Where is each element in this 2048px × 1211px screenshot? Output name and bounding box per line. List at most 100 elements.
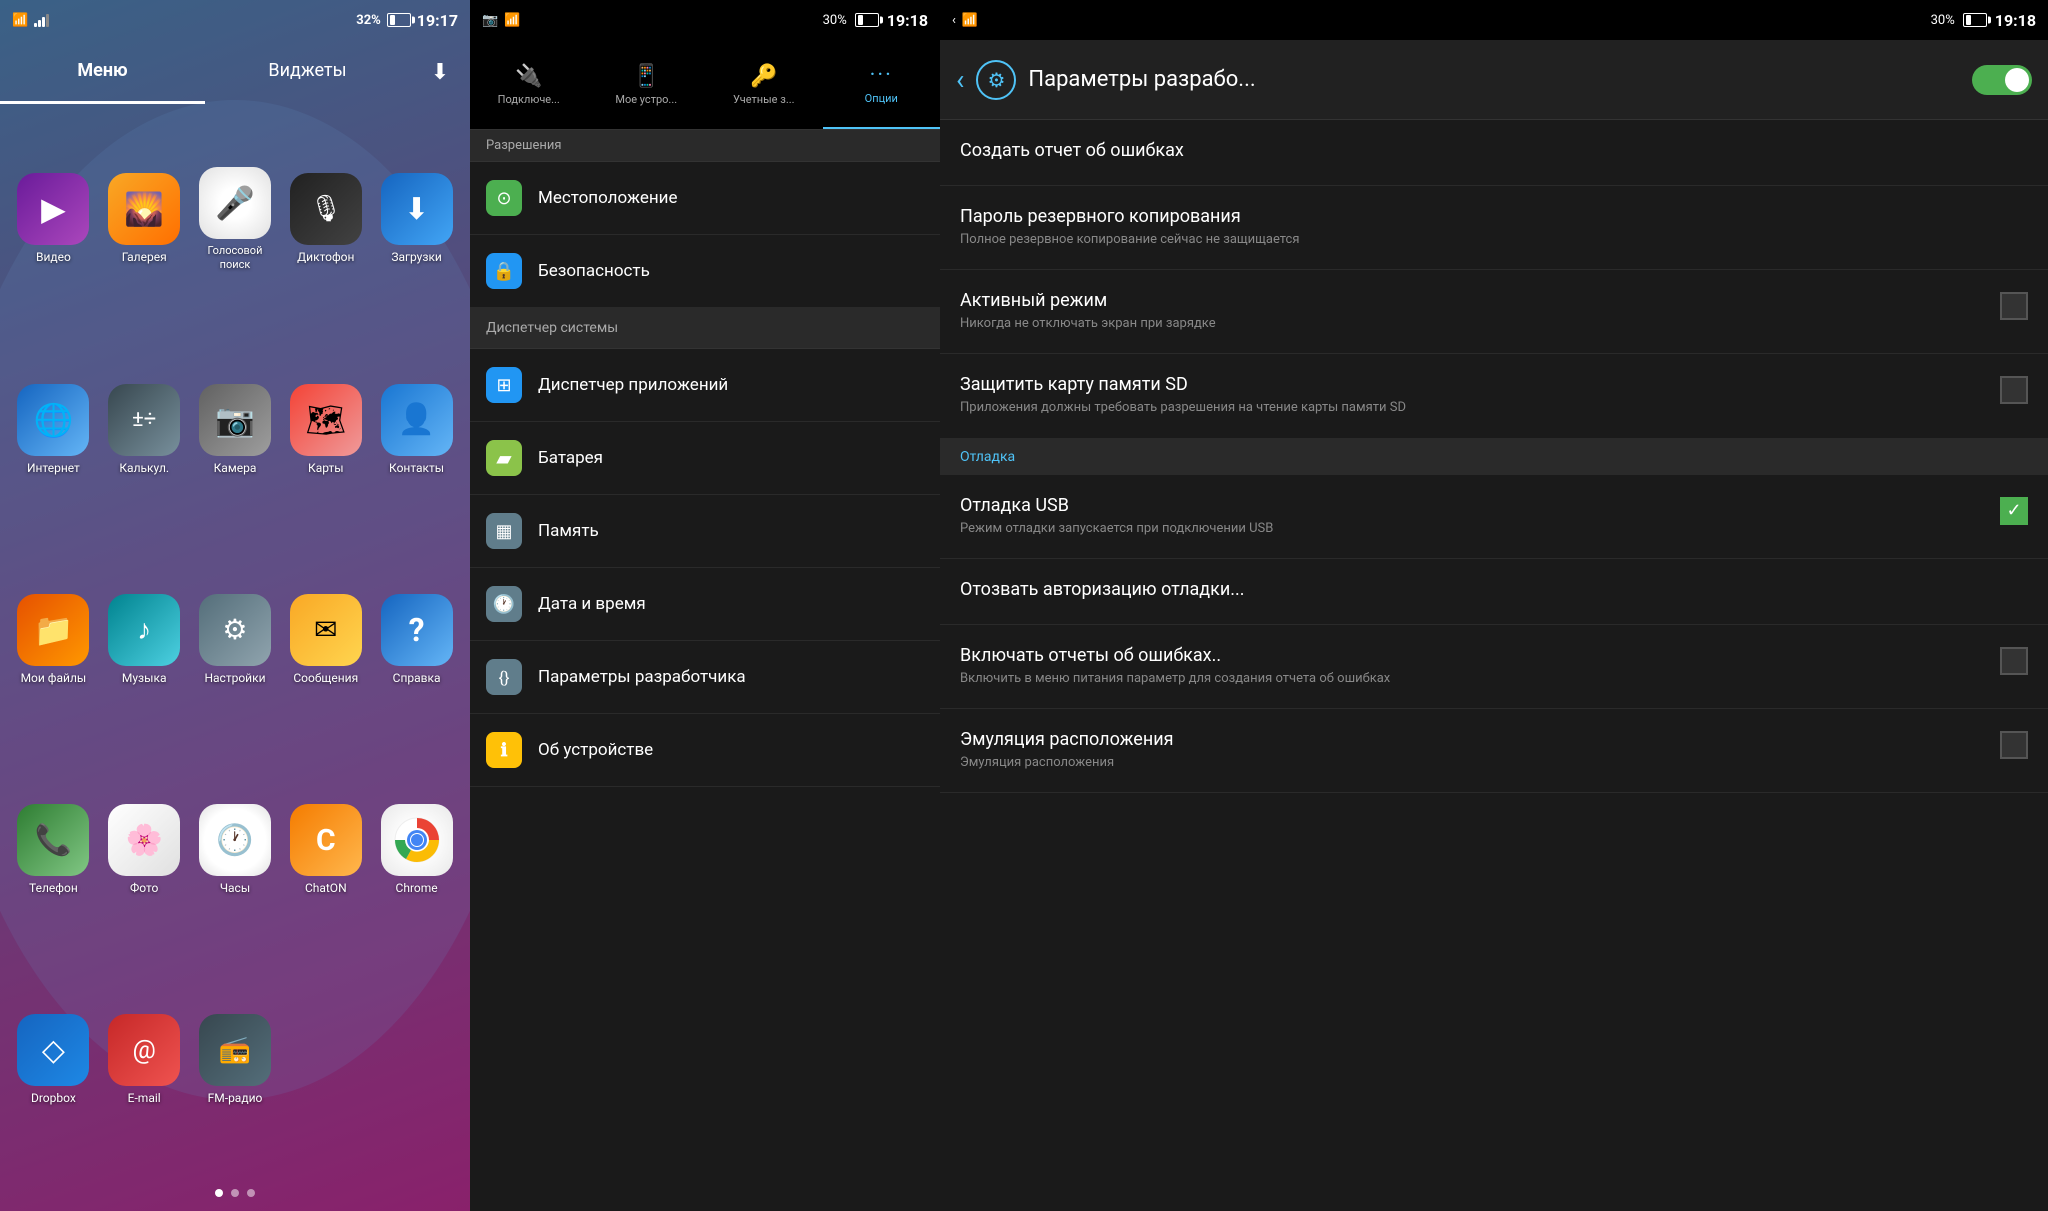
app-settings[interactable]: ⚙ Настройки (190, 534, 281, 744)
back-button[interactable]: ‹ (956, 63, 964, 96)
app-help[interactable]: ? Справка (371, 534, 462, 744)
security-icon: 🔒 (486, 253, 522, 289)
status-bar-left: 📶 (12, 13, 49, 28)
tab-accounts[interactable]: 🔑 Учетные з... (705, 40, 823, 129)
wifi-icon-2: 📶 (504, 13, 520, 28)
app-email[interactable]: @ E-mail (99, 955, 190, 1165)
contacts-icon: 👤 (381, 384, 453, 456)
settings-about[interactable]: ℹ Об устройстве (470, 714, 940, 787)
permissions-label: Разрешения (486, 138, 562, 153)
dev-status-right: 30% 19:18 (1931, 11, 2036, 30)
dev-active-mode[interactable]: Активный режим Никогда не отключать экра… (940, 270, 2048, 354)
battery-icon (387, 13, 411, 27)
app-camera[interactable]: 📷 Камера (190, 324, 281, 534)
dot-2 (231, 1189, 239, 1197)
tab-mydevice[interactable]: 📱 Мое устро... (588, 40, 706, 129)
wifi-icon: 📶 (12, 13, 28, 28)
tab-options[interactable]: ··· Опции (823, 40, 941, 129)
photos-label: Фото (130, 881, 158, 895)
revoke-debug-title: Отозвать авторизацию отладки... (960, 579, 2028, 600)
app-maps[interactable]: 🗺 Карты (280, 324, 371, 534)
app-music[interactable]: ♪ Музыка (99, 534, 190, 744)
settings-appmanager[interactable]: ⊞ Диспетчер приложений (470, 349, 940, 422)
developer-options-panel: ‹ 📶 30% 19:18 ‹ ⚙ Параметры разрабо... С… (940, 0, 2048, 1211)
app-contacts[interactable]: 👤 Контакты (371, 324, 462, 534)
app-phone[interactable]: 📞 Телефон (8, 745, 99, 955)
usb-debug-checkbox[interactable]: ✓ (2000, 497, 2028, 525)
settings-devopt[interactable]: {} Параметры разработчика (470, 641, 940, 714)
app-grid: ▶ Видео 🌄 Галерея 🎤 Голосовой поиск 🎙 Ди… (0, 104, 470, 1175)
tab-accounts-label: Учетные з... (733, 93, 795, 106)
dev-bug-report[interactable]: Создать отчет об ошибках (940, 120, 2048, 186)
error-reports-checkbox[interactable] (2000, 647, 2028, 675)
memory-icon: ▦ (486, 513, 522, 549)
app-messages[interactable]: ✉ Сообщения (280, 534, 371, 744)
dev-time: 19:18 (1995, 11, 2036, 30)
settings-memory[interactable]: ▦ Память (470, 495, 940, 568)
status-left-icons: 📷 📶 (482, 13, 520, 28)
status-right: 30% 19:18 (823, 11, 928, 30)
dev-error-reports[interactable]: Включать отчеты об ошибках.. Включить в … (940, 625, 2048, 709)
calc-label: Калькул. (119, 461, 169, 475)
clock-icon: 🕐 (199, 804, 271, 876)
mock-location-title: Эмуляция расположения (960, 729, 1988, 750)
tab-widgets[interactable]: Виджеты (205, 40, 410, 104)
app-downloads[interactable]: ⬇ Загрузки (371, 114, 462, 324)
dev-battery-icon (1963, 13, 1987, 27)
dev-protect-sd[interactable]: Защитить карту памяти SD Приложения долж… (940, 354, 2048, 438)
download-tab-button[interactable]: ⬇ (410, 40, 470, 104)
dev-settings-icon: ⚙ (976, 60, 1016, 100)
help-icon: ? (381, 594, 453, 666)
app-video[interactable]: ▶ Видео (8, 114, 99, 324)
status-bar-dev: ‹ 📶 30% 19:18 (940, 0, 2048, 40)
tab-connect-label: Подключе... (498, 93, 560, 106)
status-bar-settings: 📷 📶 30% 19:18 (470, 0, 940, 40)
settings-location[interactable]: ⊙ Местоположение (470, 162, 940, 235)
error-reports-title: Включать отчеты об ошибках.. (960, 645, 1988, 666)
options-icon: ··· (870, 63, 893, 88)
permissions-header: Разрешения (470, 130, 940, 162)
tab-bar: Меню Виджеты ⬇ (0, 40, 470, 104)
dev-backup-pwd[interactable]: Пароль резервного копирования Полное рез… (940, 186, 2048, 270)
dev-revoke-debug[interactable]: Отозвать авторизацию отладки... (940, 559, 2048, 625)
music-icon: ♪ (108, 594, 180, 666)
messages-label: Сообщения (293, 671, 358, 685)
settings-datetime[interactable]: 🕐 Дата и время (470, 568, 940, 641)
fmradio-label: FM-радио (208, 1091, 263, 1105)
app-clock[interactable]: 🕐 Часы (190, 745, 281, 955)
app-gallery[interactable]: 🌄 Галерея (99, 114, 190, 324)
active-mode-subtitle: Никогда не отключать экран при зарядке (960, 315, 1988, 333)
myfiles-label: Мои файлы (21, 671, 87, 685)
about-icon: ℹ (486, 732, 522, 768)
app-fmradio[interactable]: 📻 FM-радио (190, 955, 281, 1165)
mock-location-checkbox[interactable] (2000, 731, 2028, 759)
dev-mock-location[interactable]: Эмуляция расположения Эмуляция расположе… (940, 709, 2048, 793)
tab-connect[interactable]: 🔌 Подключе... (470, 40, 588, 129)
sysmgr-label: Диспетчер системы (486, 320, 618, 336)
app-chrome[interactable]: Chrome (371, 745, 462, 955)
app-calc[interactable]: ±÷ Калькул. (99, 324, 190, 534)
backup-pwd-subtitle: Полное резервное копирование сейчас не з… (960, 231, 2028, 249)
app-dropbox[interactable]: ◇ Dropbox (8, 955, 99, 1165)
settings-battery[interactable]: ▰ Батарея (470, 422, 940, 495)
protect-sd-checkbox[interactable] (2000, 376, 2028, 404)
app-myfiles[interactable]: 📁 Мои файлы (8, 534, 99, 744)
app-internet[interactable]: 🌐 Интернет (8, 324, 99, 534)
dev-usb-debug[interactable]: Отладка USB Режим отладки запускается пр… (940, 475, 2048, 559)
tab-menu[interactable]: Меню (0, 40, 205, 104)
settings-tab-bar: 🔌 Подключе... 📱 Мое устро... 🔑 Учетные з… (470, 40, 940, 130)
downloads-label: Загрузки (391, 250, 442, 264)
dev-options-header: ‹ ⚙ Параметры разрабо... (940, 40, 2048, 120)
chrome-label: Chrome (396, 881, 438, 895)
app-chaton[interactable]: C ChatON (280, 745, 371, 955)
protect-sd-subtitle: Приложения должны требовать разрешения н… (960, 399, 1988, 417)
app-recorder[interactable]: 🎙 Диктофон (280, 114, 371, 324)
debug-section-header: Отладка (940, 439, 2048, 475)
app-photos[interactable]: 🌸 Фото (99, 745, 190, 955)
location-label: Местоположение (538, 188, 924, 208)
datetime-icon: 🕐 (486, 586, 522, 622)
active-mode-checkbox[interactable] (2000, 292, 2028, 320)
app-voice[interactable]: 🎤 Голосовой поиск (190, 114, 281, 324)
settings-security[interactable]: 🔒 Безопасность (470, 235, 940, 308)
dev-enable-toggle[interactable] (1972, 65, 2032, 95)
